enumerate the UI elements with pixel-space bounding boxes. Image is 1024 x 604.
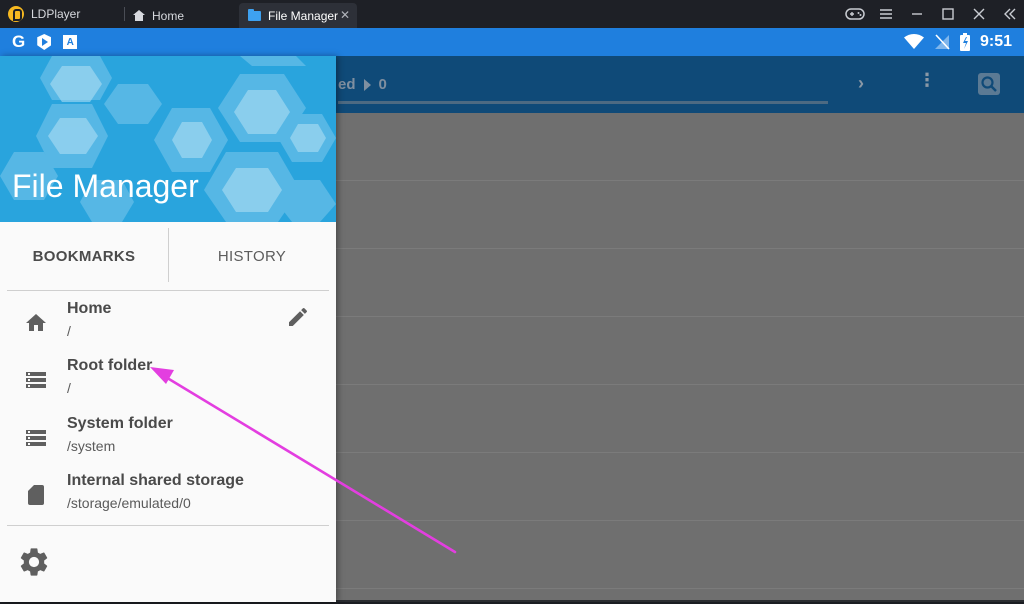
bookmark-internal-storage[interactable]: Internal shared storage /storage/emulate… (0, 469, 336, 525)
a-icon: A (63, 35, 78, 49)
minimize-icon (912, 13, 922, 15)
bookmark-path: / (67, 323, 71, 339)
tab-file-manager-label: File Manager (268, 8, 339, 23)
settings-gear-icon[interactable] (17, 545, 51, 579)
bookmark-path: /system (67, 438, 116, 454)
tab-file-manager[interactable]: File Manager ✕ (239, 3, 357, 28)
tabs-divider (168, 228, 169, 282)
bookmark-path: / (67, 380, 71, 396)
forward-icon[interactable]: › (858, 73, 864, 94)
window-controls (838, 0, 1024, 28)
search-icon[interactable] (978, 73, 1000, 100)
overflow-menu-icon[interactable]: ⋮ (918, 70, 936, 91)
maximize-button[interactable] (934, 0, 962, 28)
gamepad-button[interactable] (841, 0, 869, 28)
ldplayer-logo-icon (8, 6, 24, 22)
emulator-title-bar: LDPlayer Home File Manager ✕ (0, 0, 1024, 28)
close-window-button[interactable] (965, 0, 993, 28)
tab-history[interactable]: HISTORY (168, 222, 336, 290)
bookmark-list: Home / Root folder / System folder /syst… (0, 291, 336, 525)
breadcrumb-count: 0 (378, 76, 387, 93)
sd-card-icon (28, 485, 44, 505)
home-icon (26, 314, 46, 331)
notification-icons: G A (12, 28, 78, 56)
drawer-tabs: BOOKMARKS HISTORY (0, 222, 336, 290)
close-icon (973, 8, 985, 20)
system-icons: 9:51 (903, 28, 1012, 56)
gamepad-icon (845, 8, 865, 20)
maximize-icon (942, 8, 954, 20)
wifi-icon (903, 34, 924, 49)
tab-home-label: Home (152, 8, 185, 23)
menu-icon (880, 9, 892, 19)
home-icon (133, 10, 145, 21)
android-status-bar: G A 9:51 (0, 28, 1024, 56)
clock: 9:51 (979, 33, 1012, 50)
bookmark-path: /storage/emulated/0 (67, 495, 191, 511)
storage-icon (26, 430, 46, 446)
edit-pencil-icon[interactable] (286, 305, 310, 329)
battery-icon (959, 33, 970, 51)
breadcrumb-chevron-icon (363, 78, 371, 91)
close-tab-icon[interactable]: ✕ (340, 8, 350, 22)
play-protect-icon (37, 34, 52, 50)
storage-icon (26, 372, 46, 388)
breadcrumb[interactable]: ed 0 (338, 76, 387, 93)
tab-bookmarks[interactable]: BOOKMARKS (0, 222, 168, 290)
app-name: LDPlayer (31, 7, 81, 21)
bookmark-root-folder[interactable]: Root folder / (0, 354, 336, 410)
bookmark-system-folder[interactable]: System folder /system (0, 412, 336, 468)
minimize-button[interactable] (903, 0, 931, 28)
bookmark-title: Root folder (67, 357, 153, 374)
tab-home[interactable]: Home (124, 3, 238, 28)
navigation-drawer: File Manager BOOKMARKS HISTORY Home / Ro… (0, 56, 336, 602)
bookmark-title: Internal shared storage (67, 472, 244, 489)
sidebar-toggle-button[interactable] (996, 0, 1024, 28)
bookmark-title: System folder (67, 415, 173, 432)
breadcrumb-partial: ed (338, 76, 356, 93)
drawer-title: File Manager (12, 168, 199, 204)
drawer-header: File Manager (0, 56, 336, 222)
google-icon: G (12, 32, 26, 51)
breadcrumb-indicator (338, 101, 828, 104)
bookmark-home[interactable]: Home / (0, 297, 336, 353)
app-brand: LDPlayer (8, 0, 80, 28)
divider (7, 525, 329, 526)
no-signal-icon (934, 34, 950, 50)
folder-icon (248, 8, 261, 21)
menu-button[interactable] (872, 0, 900, 28)
double-chevron-left-icon (1004, 8, 1016, 20)
bookmark-title: Home (67, 300, 112, 317)
